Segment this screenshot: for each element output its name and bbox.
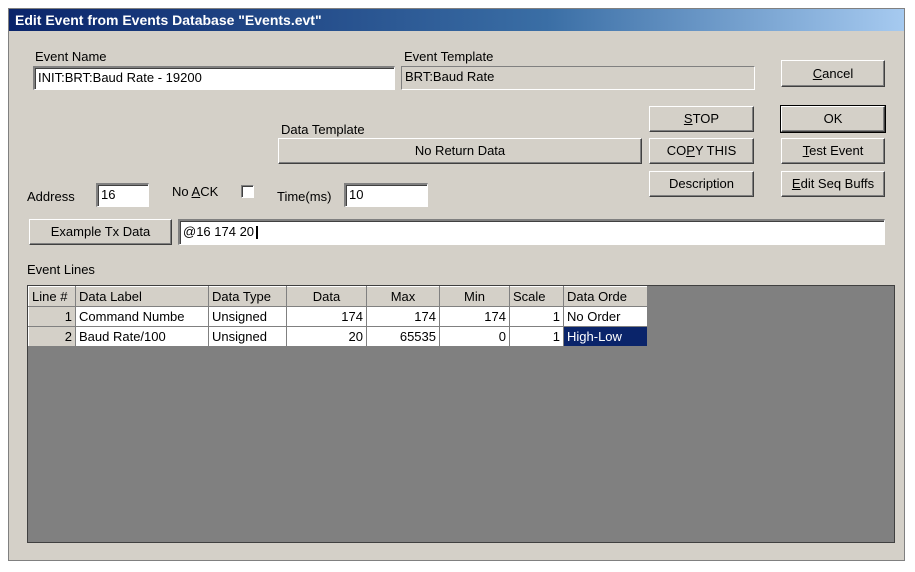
cell-min[interactable]: 0 [439,326,510,347]
example-tx-data-input[interactable]: @16 174 20 [178,219,885,245]
test-event-button[interactable]: Test Event [781,138,885,164]
event-name-label: Event Name [35,49,107,64]
title-bar: Edit Event from Events Database "Events.… [9,9,904,31]
no-ack-post: CK [200,184,219,199]
copy-hotkey: P [686,143,695,158]
cell-min[interactable]: 174 [439,306,510,327]
col-header-scale[interactable]: Scale [509,286,564,307]
col-header-max[interactable]: Max [366,286,440,307]
table-row[interactable]: 2 Baud Rate/100 Unsigned 20 65535 0 1 Hi… [28,326,648,347]
cell-data-type[interactable]: Unsigned [208,306,287,327]
cell-data[interactable]: 20 [286,326,367,347]
cell-max[interactable]: 65535 [366,326,440,347]
col-header-data-label[interactable]: Data Label [75,286,209,307]
cancel-label: ancel [822,66,854,81]
text-cursor [256,226,259,240]
time-ms-input[interactable]: 10 [344,183,428,207]
row-number: 1 [28,306,76,327]
stop-button[interactable]: STOP [649,106,754,132]
example-tx-value: @16 174 20 [183,224,255,239]
no-ack-checkbox[interactable] [241,185,254,198]
event-lines-grid[interactable]: Line # Data Label Data Type Data Max Min… [27,285,895,543]
cancel-hotkey: C [812,66,823,81]
description-button[interactable]: Description [649,171,754,197]
ok-button[interactable]: OK [780,105,886,133]
edit-seq-buffs-button[interactable]: Edit Seq Buffs [781,171,885,197]
stop-label: TOP [692,111,720,126]
event-template-label: Event Template [404,49,494,64]
cell-data-label[interactable]: Baud Rate/100 [75,326,209,347]
row-number: 2 [28,326,76,347]
cell-data-order[interactable]: No Order [563,306,648,327]
col-header-data-order[interactable]: Data Orde [563,286,648,307]
editseq-hotkey: E [791,176,801,191]
no-ack-label: No ACK [172,184,218,200]
cell-data-order-selected[interactable]: High-Low [563,326,648,347]
cell-data[interactable]: 174 [286,306,367,327]
event-lines-label: Event Lines [27,262,95,277]
editseq-label: dit Seq Buffs [800,176,875,191]
address-input[interactable]: 16 [96,183,149,207]
data-template-label: Data Template [281,122,365,137]
test-label: est Event [809,143,864,158]
no-ack-hotkey: A [191,184,201,199]
dialog-window: Edit Event from Events Database "Events.… [8,8,905,561]
event-template-field: BRT:Baud Rate [401,66,755,90]
grid-header-row: Line # Data Label Data Type Data Max Min… [28,286,648,307]
no-ack-pre: No [172,184,192,199]
col-header-min[interactable]: Min [439,286,510,307]
cell-data-type[interactable]: Unsigned [208,326,287,347]
stop-hotkey: S [683,111,693,126]
event-lines-table: Line # Data Label Data Type Data Max Min… [28,286,648,347]
copy-this-button[interactable]: COPY THIS [649,138,754,164]
cell-scale[interactable]: 1 [509,306,564,327]
cell-data-label[interactable]: Command Numbe [75,306,209,327]
col-header-data[interactable]: Data [286,286,367,307]
col-header-data-type[interactable]: Data Type [208,286,287,307]
time-ms-label: Time(ms) [277,189,332,204]
data-template-selector[interactable]: No Return Data [278,138,642,164]
cell-max[interactable]: 174 [366,306,440,327]
table-row[interactable]: 1 Command Numbe Unsigned 174 174 174 1 N… [28,306,648,327]
event-name-input[interactable]: INIT:BRT:Baud Rate - 19200 [33,66,395,90]
copy-label-pre: CO [666,143,687,158]
col-header-line[interactable]: Line # [28,286,76,307]
address-label: Address [27,189,75,204]
cancel-button[interactable]: Cancel [781,60,885,87]
cell-scale[interactable]: 1 [509,326,564,347]
example-tx-data-button[interactable]: Example Tx Data [29,219,172,245]
copy-label-rest: Y THIS [694,143,737,158]
